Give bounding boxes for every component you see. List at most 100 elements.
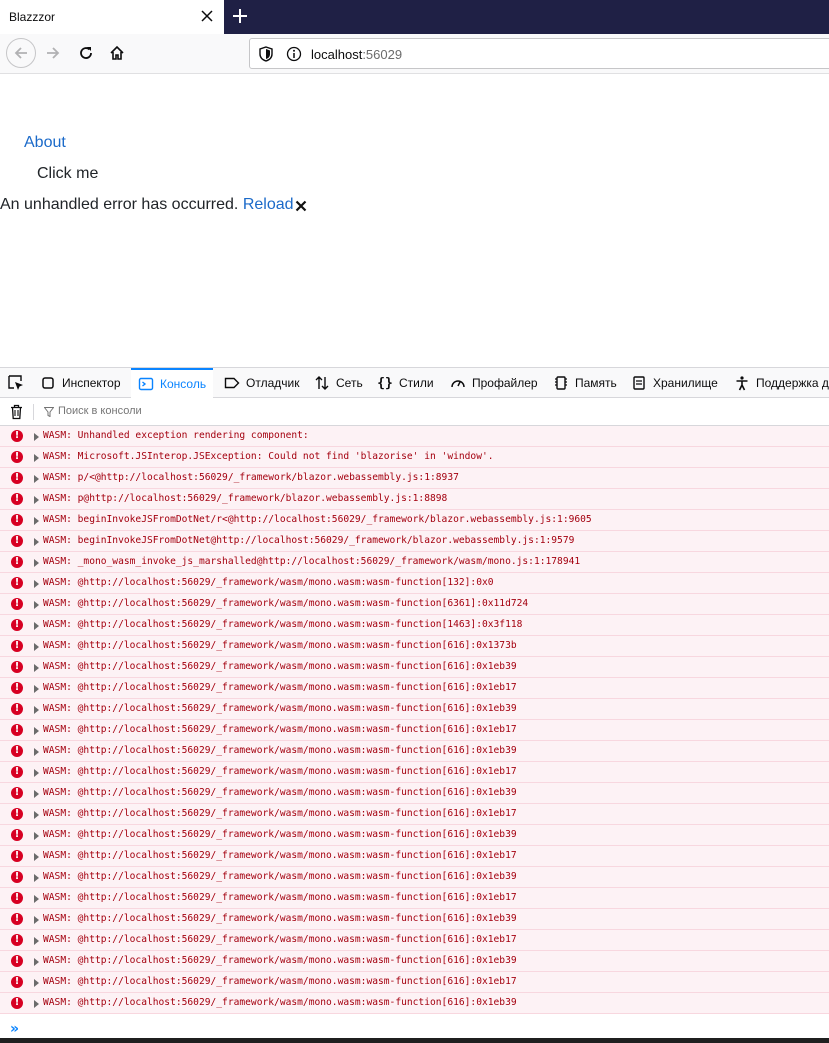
console-error-row[interactable]: ! WASM: p/<@http://localhost:56029/_frame… xyxy=(0,468,829,489)
expand-arrow-icon[interactable] xyxy=(34,748,39,756)
console-error-row[interactable]: ! WASM: p@http://localhost:56029/_framewo… xyxy=(0,489,829,510)
console-error-row[interactable]: ! WASM: @http://localhost:56029/_framewor… xyxy=(0,615,829,636)
tab-label: Инспектор xyxy=(62,376,121,390)
console-error-row[interactable]: ! WASM: Unhandled exception rendering com… xyxy=(0,426,829,447)
filter-funnel-icon xyxy=(44,407,54,417)
reload-button[interactable] xyxy=(71,38,101,68)
trash-icon[interactable] xyxy=(10,404,23,420)
new-tab-icon[interactable] xyxy=(232,8,248,24)
close-tab-icon[interactable] xyxy=(200,9,214,23)
console-search-input[interactable] xyxy=(58,405,358,417)
expand-arrow-icon[interactable] xyxy=(34,811,39,819)
expand-arrow-icon[interactable] xyxy=(34,559,39,567)
expand-arrow-icon[interactable] xyxy=(34,664,39,672)
tab-label: Отладчик xyxy=(246,376,300,390)
error-icon: ! xyxy=(11,619,23,631)
home-button[interactable] xyxy=(102,38,132,68)
expand-arrow-icon[interactable] xyxy=(34,832,39,840)
expand-arrow-icon[interactable] xyxy=(34,643,39,651)
expand-arrow-icon[interactable] xyxy=(34,433,39,441)
tab-memory[interactable]: Память xyxy=(553,368,617,398)
console-error-row[interactable]: ! WASM: beginInvokeJSFromDotNet/r<@http:/… xyxy=(0,510,829,531)
url-port: :56029 xyxy=(362,47,403,62)
console-error-row[interactable]: ! WASM: @http://localhost:56029/_framewor… xyxy=(0,846,829,867)
console-error-row[interactable]: ! WASM: _mono_wasm_invoke_js_marshalled@h… xyxy=(0,552,829,573)
console-error-row[interactable]: ! WASM: @http://localhost:56029/_framewor… xyxy=(0,573,829,594)
expand-arrow-icon[interactable] xyxy=(34,685,39,693)
expand-arrow-icon[interactable] xyxy=(34,580,39,588)
console-error-row[interactable]: ! WASM: @http://localhost:56029/_framewor… xyxy=(0,678,829,699)
expand-arrow-icon[interactable] xyxy=(34,790,39,798)
back-button[interactable] xyxy=(6,38,36,68)
console-error-row[interactable]: ! WASM: @http://localhost:56029/_framewor… xyxy=(0,783,829,804)
browser-tab[interactable]: Blazzzor xyxy=(0,0,224,34)
reload-link[interactable]: Reload xyxy=(243,196,294,213)
console-message: WASM: @http://localhost:56029/_framework… xyxy=(43,787,517,798)
tab-styles[interactable]: {} Стили xyxy=(377,368,434,398)
expand-arrow-icon[interactable] xyxy=(34,538,39,546)
console-error-row[interactable]: ! WASM: @http://localhost:56029/_framewor… xyxy=(0,825,829,846)
console-error-row[interactable]: ! WASM: @http://localhost:56029/_framewor… xyxy=(0,888,829,909)
console-error-row[interactable]: ! WASM: Microsoft.JSInterop.JSException: … xyxy=(0,447,829,468)
expand-arrow-icon[interactable] xyxy=(34,1000,39,1008)
tab-label: Хранилище xyxy=(653,376,718,390)
navigation-bar: localhost:56029 xyxy=(0,34,829,74)
error-message: An unhandled error has occurred. xyxy=(0,196,239,213)
expand-arrow-icon[interactable] xyxy=(34,853,39,861)
url-text[interactable]: localhost:56029 xyxy=(311,47,402,62)
console-error-row[interactable]: ! WASM: @http://localhost:56029/_framewor… xyxy=(0,636,829,657)
expand-arrow-icon[interactable] xyxy=(34,601,39,609)
expand-arrow-icon[interactable] xyxy=(34,769,39,777)
expand-arrow-icon[interactable] xyxy=(34,496,39,504)
tab-strip: Blazzzor xyxy=(0,0,829,34)
expand-arrow-icon[interactable] xyxy=(34,517,39,525)
console-error-row[interactable]: ! WASM: @http://localhost:56029/_framewor… xyxy=(0,699,829,720)
dismiss-error-icon[interactable] xyxy=(295,200,307,212)
error-icon: ! xyxy=(11,493,23,505)
console-error-row[interactable]: ! WASM: @http://localhost:56029/_framewor… xyxy=(0,804,829,825)
console-error-row[interactable]: ! WASM: @http://localhost:56029/_framewor… xyxy=(0,951,829,972)
tab-inspector[interactable]: Инспектор xyxy=(40,368,121,398)
console-message: WASM: @http://localhost:56029/_framework… xyxy=(43,955,517,966)
console-error-row[interactable]: ! WASM: @http://localhost:56029/_framewor… xyxy=(0,930,829,951)
console-error-row[interactable]: ! WASM: @http://localhost:56029/_framewor… xyxy=(0,657,829,678)
style-braces-icon: {} xyxy=(377,375,393,391)
tab-accessibility[interactable]: Поддержка д xyxy=(734,368,829,398)
console-error-row[interactable]: ! WASM: @http://localhost:56029/_framewor… xyxy=(0,972,829,993)
console-error-row[interactable]: ! WASM: @http://localhost:56029/_framewor… xyxy=(0,993,829,1014)
tab-console[interactable]: Консоль xyxy=(131,368,214,398)
forward-button[interactable] xyxy=(38,38,68,68)
tab-profiler[interactable]: Профайлер xyxy=(450,368,538,398)
site-info-icon[interactable] xyxy=(286,46,302,62)
expand-arrow-icon[interactable] xyxy=(34,706,39,714)
expand-arrow-icon[interactable] xyxy=(34,958,39,966)
console-message: WASM: _mono_wasm_invoke_js_marshalled@ht… xyxy=(43,556,581,567)
console-error-row[interactable]: ! WASM: @http://localhost:56029/_framewor… xyxy=(0,909,829,930)
tab-label: Стили xyxy=(399,376,434,390)
expand-arrow-icon[interactable] xyxy=(34,454,39,462)
click-me-button[interactable]: Click me xyxy=(37,165,98,183)
console-error-row[interactable]: ! WASM: @http://localhost:56029/_framewor… xyxy=(0,867,829,888)
console-error-row[interactable]: ! WASM: @http://localhost:56029/_framewor… xyxy=(0,720,829,741)
expand-arrow-icon[interactable] xyxy=(34,937,39,945)
tracking-shield-icon[interactable] xyxy=(259,46,273,62)
expand-arrow-icon[interactable] xyxy=(34,874,39,882)
expand-arrow-icon[interactable] xyxy=(34,895,39,903)
console-error-row[interactable]: ! WASM: @http://localhost:56029/_framewor… xyxy=(0,762,829,783)
tab-debugger[interactable]: Отладчик xyxy=(224,368,299,398)
url-bar[interactable]: localhost:56029 xyxy=(249,38,829,69)
expand-arrow-icon[interactable] xyxy=(34,979,39,987)
console-error-row[interactable]: ! WASM: beginInvokeJSFromDotNet@http://lo… xyxy=(0,531,829,552)
expand-arrow-icon[interactable] xyxy=(34,916,39,924)
console-error-row[interactable]: ! WASM: @http://localhost:56029/_framewor… xyxy=(0,741,829,762)
expand-arrow-icon[interactable] xyxy=(34,622,39,630)
tab-label: Память xyxy=(575,376,617,390)
expand-arrow-icon[interactable] xyxy=(34,727,39,735)
about-link[interactable]: About xyxy=(24,134,66,152)
tab-storage[interactable]: Хранилище xyxy=(631,368,718,398)
console-error-row[interactable]: ! WASM: @http://localhost:56029/_framewor… xyxy=(0,594,829,615)
expand-arrow-icon[interactable] xyxy=(34,475,39,483)
element-picker-icon[interactable] xyxy=(8,375,24,391)
error-icon: ! xyxy=(11,535,23,547)
tab-network[interactable]: Сеть xyxy=(314,368,363,398)
